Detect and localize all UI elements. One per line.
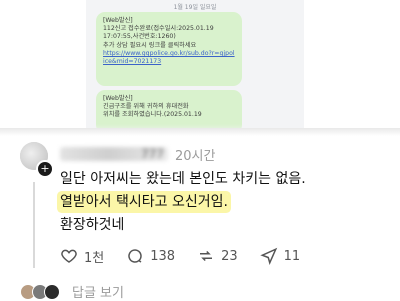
repost-button[interactable]: 23: [197, 247, 238, 265]
sms-bubble-location: [Web발신] 긴급구조를 위해 귀하의 휴대전화 위치를 조회하였습니다.(2…: [96, 90, 242, 128]
sms-header: [Web발신]: [103, 17, 133, 24]
like-button[interactable]: 1천: [60, 247, 104, 266]
section-divider: [0, 128, 400, 136]
action-bar: 1천 138 23 11: [60, 246, 322, 266]
comment-line-2: 열받아서 택시타고 오신거임.: [60, 191, 228, 211]
sms-date: 1월 19일 일요일: [173, 4, 217, 11]
comment-button[interactable]: 138: [126, 247, 175, 265]
view-replies-label: 답글 보기: [72, 286, 124, 301]
view-replies[interactable]: 답글 보기: [20, 282, 124, 301]
post-time: 20시간: [175, 149, 216, 164]
share-button[interactable]: 11: [259, 247, 301, 265]
comment-bubble-icon: [128, 249, 142, 263]
follow-plus-icon[interactable]: +: [36, 160, 54, 178]
comment-count: 138: [150, 248, 176, 264]
embedded-sms-screenshot[interactable]: 1월 19일 일요일 [Web발신] 112신고 접수완료(접수일시:2025.…: [86, 0, 304, 128]
highlighted-text: 열받아서 택시타고 오신거임.: [60, 194, 228, 210]
username-blurred[interactable]: 777: [60, 147, 168, 161]
sms-line: 위치를 조회하였습니다.(2025.01.19: [103, 111, 202, 119]
heart-icon: [61, 249, 77, 263]
thread-line: [33, 182, 35, 268]
reply-avatar: [44, 283, 60, 300]
sms-line: 17:07:55,사건번호:1260): [103, 33, 176, 41]
sms-line: 추가 상담 필요시 링크를 클릭하세요: [103, 41, 197, 49]
username: 777: [141, 147, 164, 161]
repost-icon: [200, 250, 213, 262]
comment-line-1: 일단 아저씨는 왔는데 본인도 차키는 없음.: [60, 171, 306, 187]
comment-line-3: 환장하것네: [60, 217, 125, 233]
like-count: 1천: [84, 250, 105, 266]
share-count: 11: [283, 248, 301, 264]
sms-link[interactable]: https://www.gqpolice.go.kr/sub.do?r=gjpo…: [103, 50, 235, 66]
send-icon: [259, 247, 277, 265]
sms-header: [Web발신]: [103, 95, 133, 102]
sms-bubble-police-report: [Web발신] 112신고 접수완료(접수일시:2025.01.19 17:07…: [96, 12, 242, 86]
repost-count: 23: [221, 248, 238, 264]
